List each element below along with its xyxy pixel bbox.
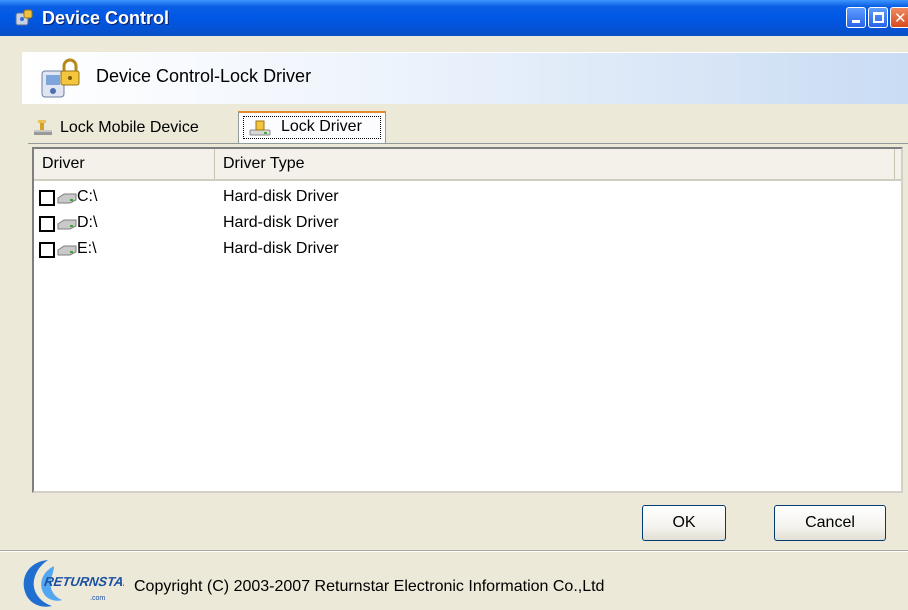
header-banner: Device Control-Lock Driver [22, 52, 908, 104]
header-title: Device Control-Lock Driver [96, 66, 312, 86]
drive-name: E:\ [77, 240, 97, 257]
tab-label: Lock Driver [281, 118, 362, 135]
drive-name: D:\ [77, 214, 98, 231]
tab-label: Lock Mobile Device [60, 119, 199, 136]
device-control-window: Device Control ✕ Device Control-Lock Dri… [0, 0, 908, 610]
close-icon: ✕ [894, 9, 907, 27]
list-item[interactable]: E:\ Hard-disk Driver [34, 237, 901, 263]
tab-lock-driver[interactable]: Lock Driver [238, 111, 386, 143]
list-header: Driver Driver Type [34, 149, 901, 181]
maximize-icon [873, 12, 884, 23]
svg-text:RETURNSTAR: RETURNSTAR [43, 574, 124, 589]
minimize-icon [852, 20, 860, 23]
drive-type: Hard-disk Driver [223, 214, 339, 231]
hard-disk-icon [57, 193, 77, 204]
drive-type: Hard-disk Driver [223, 240, 339, 257]
drive-lock-icon [249, 120, 271, 136]
close-button[interactable]: ✕ [890, 7, 908, 28]
hard-disk-icon [57, 245, 77, 256]
cancel-button[interactable]: Cancel [774, 505, 886, 541]
maximize-button[interactable] [868, 7, 888, 28]
list-item[interactable]: C:\ Hard-disk Driver [34, 185, 901, 211]
hard-disk-icon [57, 219, 77, 230]
list-item[interactable]: D:\ Hard-disk Driver [34, 211, 901, 237]
window-title: Device Control [42, 8, 170, 28]
app-icon [15, 9, 33, 26]
drive-checkbox[interactable] [39, 242, 55, 258]
column-header-driver[interactable]: Driver [34, 149, 215, 179]
device-lock-icon [41, 58, 80, 98]
drive-name: C:\ [77, 188, 98, 205]
ok-button[interactable]: OK [642, 505, 726, 541]
minimize-button[interactable] [846, 7, 866, 28]
svg-text:.com: .com [90, 595, 105, 602]
footer-divider [0, 550, 908, 552]
drive-checkbox[interactable] [39, 190, 55, 206]
title-bar[interactable]: Device Control ✕ [0, 0, 908, 36]
drive-checkbox[interactable] [39, 216, 55, 232]
tab-lock-mobile-device[interactable]: Lock Mobile Device [32, 113, 199, 143]
returnstar-logo: RETURNSTAR .com [23, 560, 124, 607]
tab-divider [28, 143, 908, 144]
drive-type: Hard-disk Driver [223, 188, 339, 205]
copyright-text: Copyright (C) 2003-2007 Returnstar Elect… [134, 578, 605, 595]
driver-list[interactable]: Driver Driver Type C:\ Hard-disk Driver … [32, 147, 903, 493]
usb-lock-icon [34, 120, 52, 135]
column-header-driver-type[interactable]: Driver Type [215, 149, 895, 179]
